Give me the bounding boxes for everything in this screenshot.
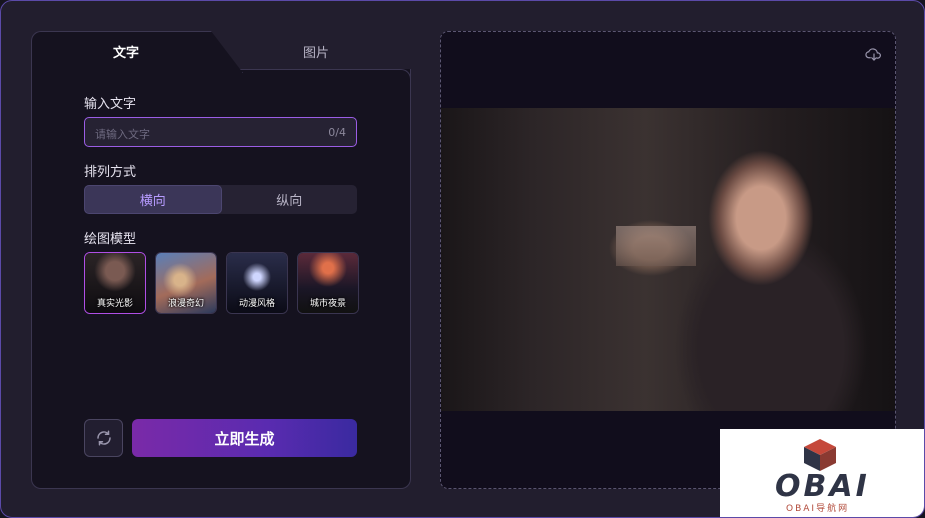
- layout-label: 排列方式: [84, 165, 137, 180]
- model-card-city-night[interactable]: 城市夜景: [297, 252, 359, 314]
- cloud-download-icon[interactable]: [865, 46, 883, 62]
- model-name: 动漫风格: [238, 299, 275, 309]
- model-card-realistic[interactable]: 真实光影: [84, 252, 146, 314]
- model-name: 城市夜景: [309, 299, 346, 309]
- tab-image[interactable]: 图片: [303, 42, 329, 61]
- generate-button[interactable]: 立即生成: [132, 419, 357, 457]
- app-frame: 文字 图片 输入文字 请输入文字 0/4 排列方式 横向 纵向 绘图模型 真实光…: [0, 0, 925, 518]
- layout-horizontal-button[interactable]: 横向: [84, 185, 222, 214]
- layout-vertical-button[interactable]: 纵向: [222, 185, 358, 214]
- cube-logo-icon: [804, 439, 836, 471]
- model-card-fantasy[interactable]: 浪漫奇幻: [155, 252, 217, 314]
- image-detail: [616, 226, 696, 266]
- watermark-brand: OBAI: [775, 469, 870, 504]
- input-placeholder: 请输入文字: [95, 128, 150, 141]
- watermark-subtitle: OBAI导航网: [786, 504, 850, 514]
- model-name: 真实光影: [96, 299, 133, 309]
- refresh-icon: [96, 430, 111, 446]
- model-name: 浪漫奇幻: [167, 299, 204, 309]
- preview-area: [440, 31, 896, 489]
- refresh-button[interactable]: [84, 419, 123, 457]
- model-card-anime[interactable]: 动漫风格: [226, 252, 288, 314]
- tab-text[interactable]: 文字: [113, 42, 139, 61]
- watermark-logo: OBAI OBAI导航网: [720, 429, 924, 517]
- char-counter: 0/4: [328, 126, 346, 139]
- layout-toggle: 横向 纵向: [84, 185, 357, 214]
- generated-image: [441, 108, 895, 411]
- panel-border: [231, 69, 411, 79]
- text-input[interactable]: 请输入文字 0/4: [84, 117, 357, 147]
- model-label: 绘图模型: [84, 232, 137, 247]
- input-label: 输入文字: [84, 97, 137, 112]
- model-list: 真实光影 浪漫奇幻 动漫风格 城市夜景: [84, 252, 359, 314]
